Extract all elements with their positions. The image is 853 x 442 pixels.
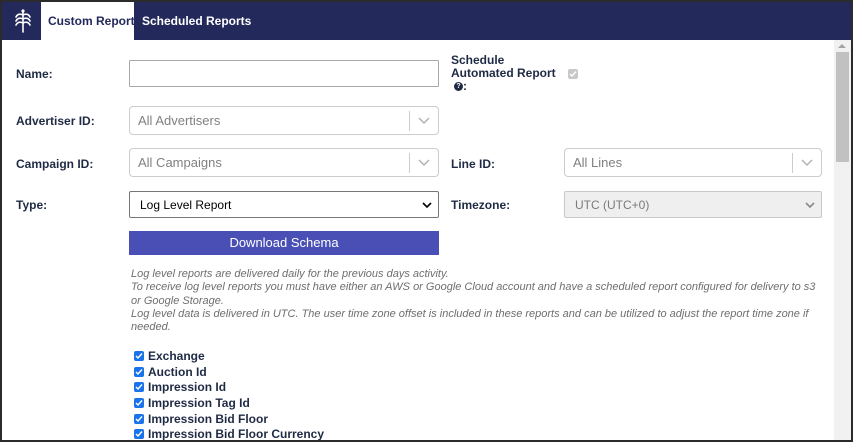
checkbox-checked[interactable]: [134, 350, 144, 361]
line-id-label: Line ID:: [451, 157, 495, 171]
checkbox-checked[interactable]: [134, 382, 144, 393]
chevron-down-icon[interactable]: [805, 198, 815, 212]
checkbox-checked[interactable]: [134, 397, 144, 408]
type-label: Type:: [16, 198, 48, 212]
line-select-value: All Lines: [573, 155, 623, 170]
schedule-label-line3: :: [463, 79, 467, 93]
advertiser-select-value: All Advertisers: [138, 113, 221, 128]
column-checkbox-row[interactable]: Impression Bid Floor: [134, 411, 324, 427]
campaign-select[interactable]: All Campaigns: [129, 148, 439, 177]
column-label: Exchange: [148, 348, 205, 363]
tab-scheduled-reports[interactable]: Scheduled Reports: [135, 2, 258, 40]
chevron-down-icon[interactable]: [793, 158, 821, 167]
schedule-checkbox[interactable]: [568, 69, 578, 79]
vertical-scrollbar[interactable]: [834, 40, 851, 440]
campaign-id-label: Campaign ID:: [16, 157, 94, 171]
checkbox-checked[interactable]: [134, 413, 144, 424]
timezone-select-value: UTC (UTC+0): [575, 197, 650, 212]
chevron-down-icon[interactable]: [410, 158, 438, 167]
scroll-thumb[interactable]: [836, 52, 849, 162]
campaign-select-value: All Campaigns: [138, 155, 222, 170]
column-checkbox-row[interactable]: Exchange: [134, 348, 324, 364]
column-checkbox-row[interactable]: Impression Id: [134, 379, 324, 395]
column-checkbox-list: Exchange Auction Id Impression Id Impres…: [134, 348, 325, 442]
tab-custom-report[interactable]: Custom Report: [41, 2, 135, 40]
advertiser-id-label: Advertiser ID:: [16, 114, 95, 128]
name-input[interactable]: [129, 60, 439, 87]
column-label: Auction Id: [148, 364, 207, 379]
schedule-automated-report-label: Schedule Automated Report ?:: [451, 54, 556, 93]
chevron-down-icon[interactable]: [410, 116, 438, 125]
column-checkbox-row[interactable]: Impression Tag Id: [134, 395, 324, 411]
top-nav-bar: Custom Report Scheduled Reports: [2, 2, 851, 40]
name-label: Name:: [16, 67, 53, 81]
column-checkbox-row[interactable]: Impression Bid Floor Currency: [134, 426, 325, 442]
info-line: To receive log level reports you must ha…: [131, 281, 816, 307]
timezone-label: Timezone:: [451, 198, 511, 212]
schedule-label-line3-wrap: ?:: [451, 80, 556, 93]
log-level-info-text: Log level reports are delivered daily fo…: [131, 268, 821, 334]
column-label: Impression Id: [148, 380, 227, 395]
checkbox-checked[interactable]: [134, 366, 144, 377]
report-form: Name: Schedule Automated Report ?: Adver…: [2, 40, 834, 442]
app-window: Custom Report Scheduled Reports Name: Sc…: [0, 0, 853, 442]
advertiser-select[interactable]: All Advertisers: [129, 106, 439, 135]
download-schema-button[interactable]: Download Schema: [129, 231, 439, 255]
timezone-select[interactable]: UTC (UTC+0): [564, 191, 822, 218]
column-label: Impression Bid Floor: [148, 411, 269, 426]
help-icon[interactable]: ?: [454, 82, 463, 92]
type-select[interactable]: Log Level Report: [129, 191, 439, 218]
column-label: Impression Tag Id: [148, 395, 250, 410]
column-checkbox-row[interactable]: Auction Id: [134, 364, 324, 380]
logo-leaf-icon: [8, 6, 38, 36]
chevron-down-icon[interactable]: [422, 198, 432, 212]
scroll-up-arrow-icon[interactable]: [838, 44, 846, 48]
column-label: Impression Bid Floor Currency: [148, 427, 325, 442]
info-line: Log level data is delivered in UTC. The …: [131, 307, 809, 334]
info-line: Log level reports are delivered daily fo…: [131, 268, 449, 280]
checkbox-checked[interactable]: [134, 429, 144, 440]
type-select-value: Log Level Report: [140, 197, 232, 212]
line-select[interactable]: All Lines: [564, 148, 822, 177]
